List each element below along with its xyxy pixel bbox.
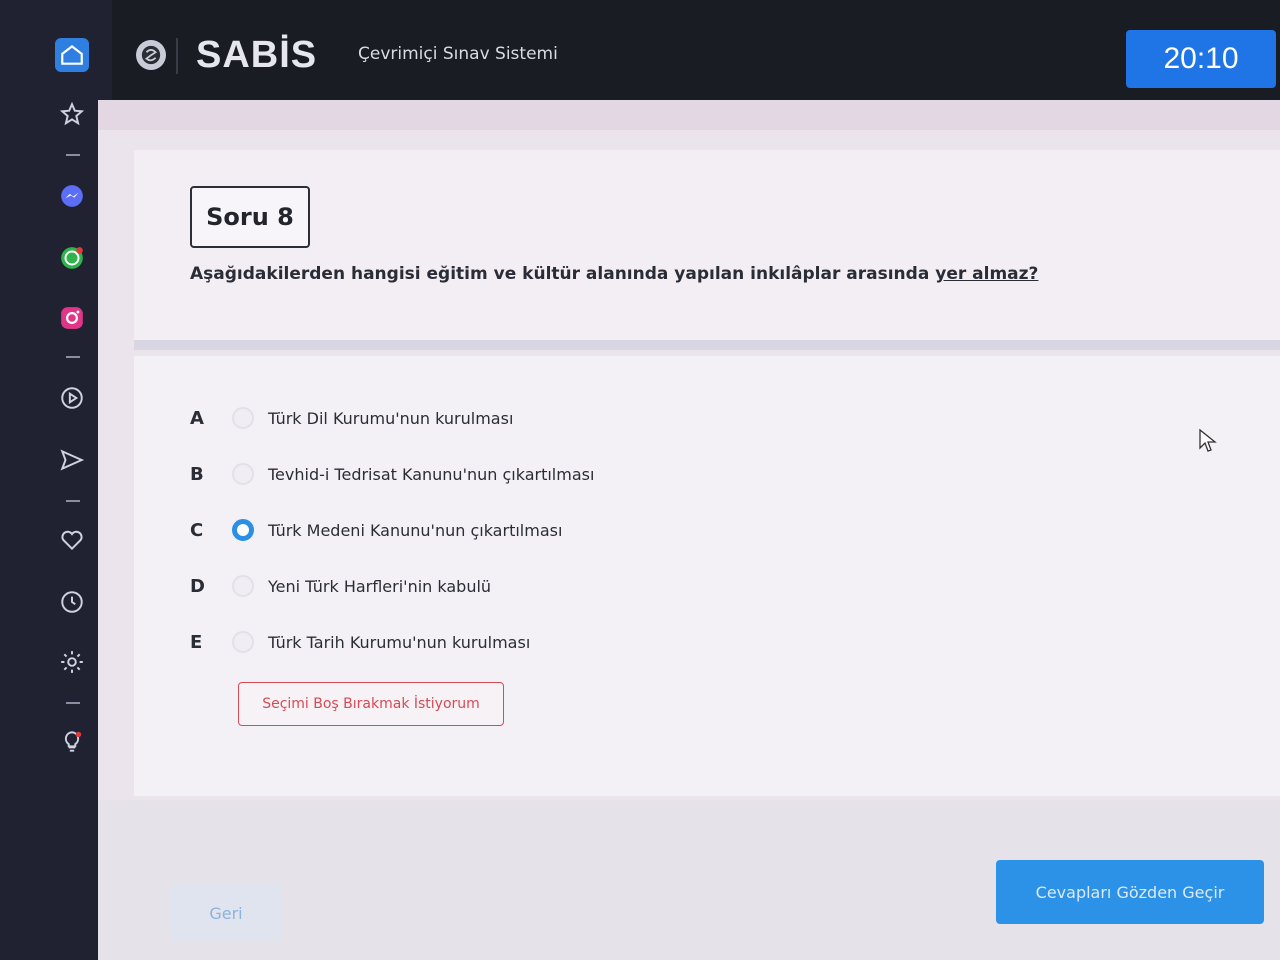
gear-icon[interactable] <box>52 642 92 682</box>
home-icon[interactable] <box>55 38 89 72</box>
sidebar-divider <box>66 154 80 156</box>
option-letter: D <box>190 575 205 597</box>
university-logo-icon <box>136 40 166 70</box>
star-icon[interactable] <box>52 94 92 134</box>
option-a[interactable]: A Türk Dil Kurumu'nun kurulması <box>190 398 513 438</box>
option-c[interactable]: C Türk Medeni Kanunu'nun çıkartılması <box>190 510 562 550</box>
option-letter: E <box>190 631 203 653</box>
clock-icon[interactable] <box>52 582 92 622</box>
back-button[interactable]: Geri <box>170 884 282 942</box>
option-text: Türk Medeni Kanunu'nun çıkartılması <box>268 520 563 540</box>
question-text-emphasis: yer almaz? <box>935 264 1039 284</box>
option-radio[interactable] <box>232 631 254 653</box>
logo-divider <box>176 38 178 74</box>
option-radio[interactable] <box>232 575 254 597</box>
question-number: Soru 8 <box>190 186 310 248</box>
option-radio-selected[interactable] <box>232 519 254 541</box>
option-letter: A <box>190 407 204 429</box>
sidebar-divider <box>66 500 80 502</box>
play-icon[interactable] <box>52 378 92 418</box>
option-text: Türk Dil Kurumu'nun kurulması <box>268 408 514 428</box>
exam-content: Soru 8 Aşağıdakilerden hangisi eğitim ve… <box>98 100 1280 960</box>
option-text: Tevhid-i Tedrisat Kanunu'nun çıkartılmas… <box>268 464 595 484</box>
option-b[interactable]: B Tevhid-i Tedrisat Kanunu'nun çıkartılm… <box>190 454 594 494</box>
option-e[interactable]: E Türk Tarih Kurumu'nun kurulması <box>190 622 530 662</box>
lightbulb-icon[interactable] <box>52 722 92 762</box>
sidebar-divider <box>66 356 80 358</box>
sidebar-divider <box>66 702 80 704</box>
leave-blank-button[interactable]: Seçimi Boş Bırakmak İstiyorum <box>238 682 504 726</box>
instagram-icon[interactable] <box>52 298 92 338</box>
send-icon[interactable] <box>52 440 92 480</box>
review-answers-button[interactable]: Cevapları Gözden Geçir <box>996 860 1264 924</box>
question-text: Aşağıdakilerden hangisi eğitim ve kültür… <box>190 264 1038 284</box>
question-card <box>134 150 1280 346</box>
option-letter: B <box>190 463 204 485</box>
question-text-main: Aşağıdakilerden hangisi eğitim ve kültür… <box>190 264 936 284</box>
app-title: Çevrimiçi Sınav Sistemi <box>358 44 558 64</box>
option-text: Yeni Türk Harfleri'nin kabulü <box>268 576 492 596</box>
exam-timer: 20:10 <box>1126 30 1276 88</box>
option-text: Türk Tarih Kurumu'nun kurulması <box>268 632 531 652</box>
messenger-icon[interactable] <box>52 176 92 216</box>
option-letter: C <box>190 519 204 541</box>
browser-sidebar <box>0 0 112 960</box>
option-radio[interactable] <box>232 463 254 485</box>
heart-icon[interactable] <box>52 520 92 560</box>
whatsapp-icon[interactable] <box>52 238 92 278</box>
brand-name: SABİS <box>196 34 318 76</box>
mouse-cursor-icon <box>1198 428 1218 458</box>
option-d[interactable]: D Yeni Türk Harfleri'nin kabulü <box>190 566 491 606</box>
content-top-strip <box>98 100 1280 130</box>
option-radio[interactable] <box>232 407 254 429</box>
question-card-border <box>134 340 1280 350</box>
